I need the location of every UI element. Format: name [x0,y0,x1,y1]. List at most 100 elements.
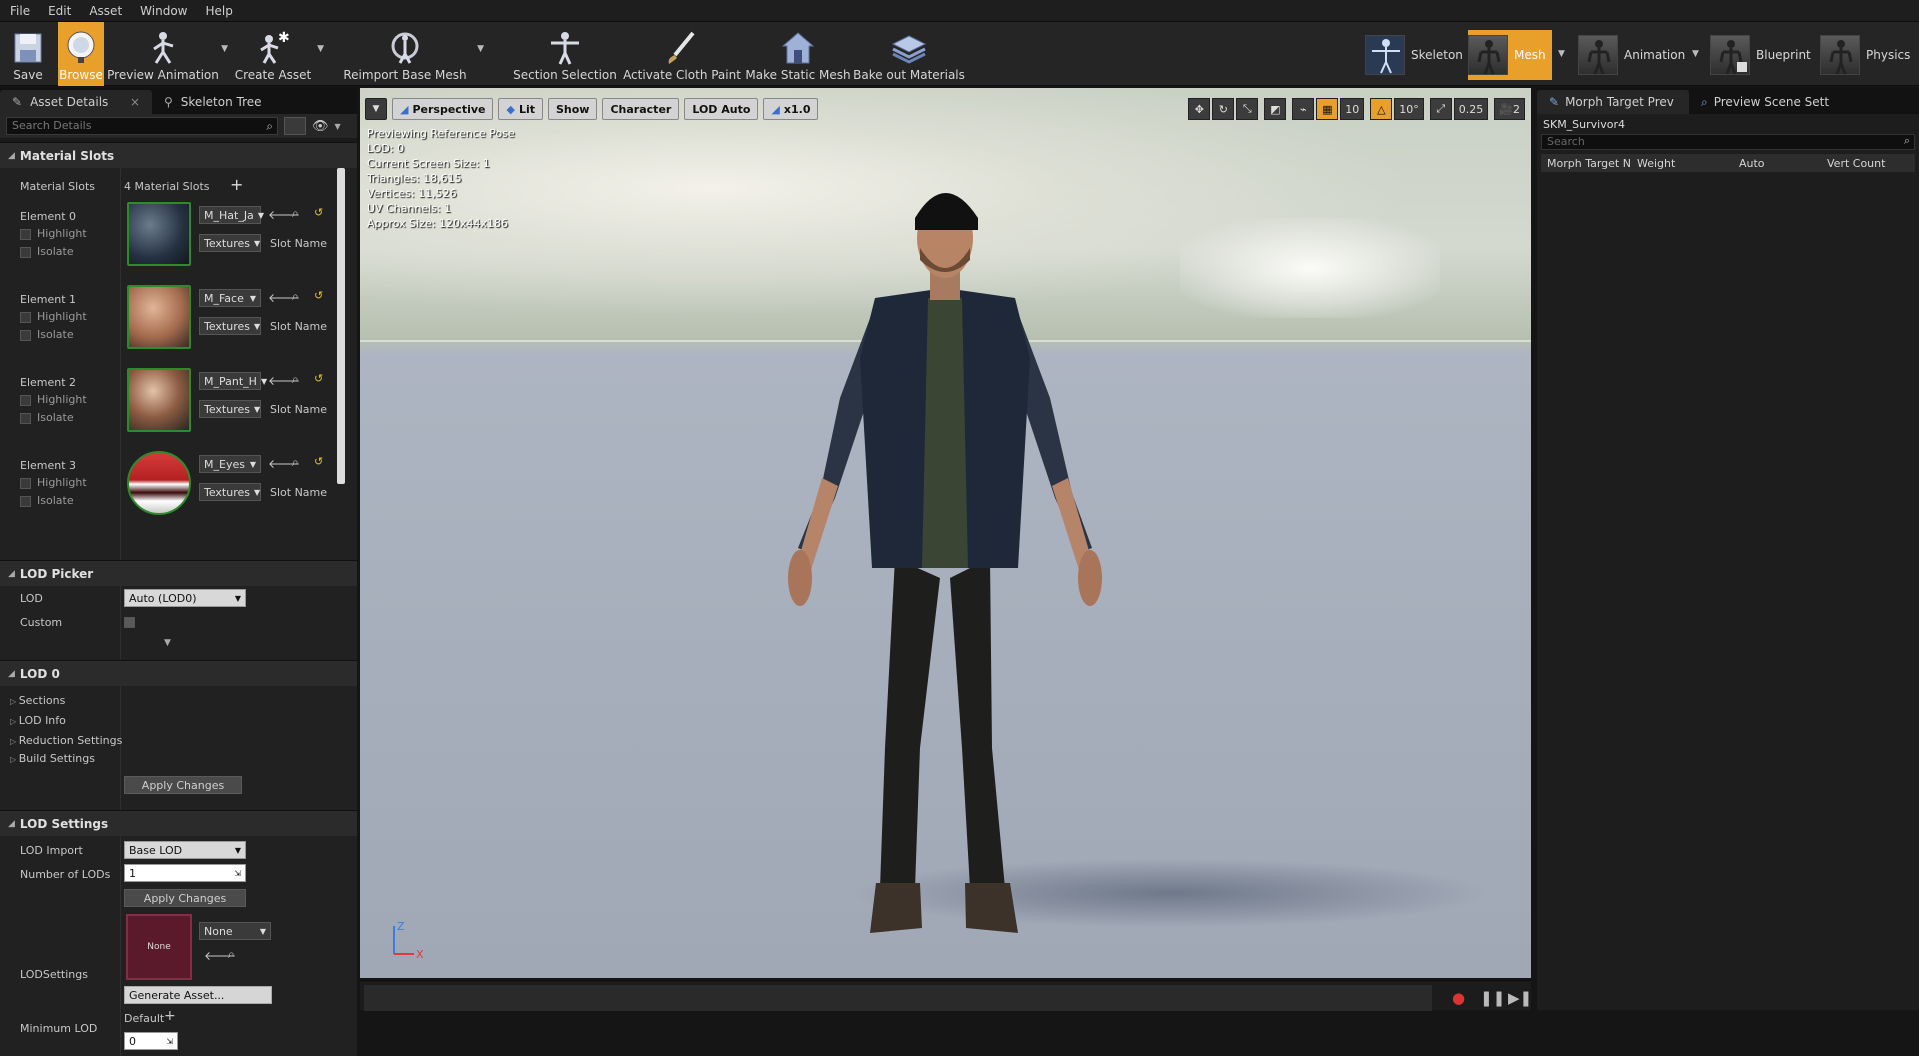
reimport-base-mesh-button[interactable]: Reimport Base Mesh ▼ [343,22,484,86]
details-scrollbar[interactable] [337,168,345,484]
menu-window[interactable]: Window [130,0,195,22]
tab-preview-scene-settings[interactable]: ⌕ Preview Scene Sett [1689,90,1841,114]
grid-view-icon[interactable] [284,117,306,135]
viewport[interactable]: ▼ ◢ Perspective ◆ Lit Show Character LOD A… [360,88,1531,978]
tab-skeleton-tree[interactable]: ⚲ Skeleton Tree [152,90,274,114]
custom-checkbox[interactable] [124,617,135,628]
timeline-track[interactable] [364,985,1432,1011]
col-auto[interactable]: Auto [1739,157,1765,170]
menu-asset[interactable]: Asset [79,0,130,22]
search-icon[interactable]: ⌕ [228,947,235,962]
create-asset-button[interactable]: ✱ Create Asset ▼ [235,22,324,86]
grid-snap-icon[interactable]: ▦ [1316,98,1339,120]
bake-out-materials-button[interactable]: Bake out Materials [853,22,965,86]
pause-icon[interactable]: ❚❚ [1480,989,1505,1007]
surface-snap-icon[interactable]: ⌁ [1292,98,1315,120]
col-vert-count[interactable]: Vert Count [1827,157,1885,170]
generate-asset-button[interactable]: Generate Asset... [124,986,272,1004]
mode-animation[interactable]: Animation [1578,30,1685,80]
highlight-checkbox[interactable]: Highlight [20,393,87,406]
chevron-down-icon[interactable]: ▼ [1558,49,1565,59]
mode-skeleton[interactable]: Skeleton [1365,30,1463,80]
number-of-lods-field[interactable]: 1 ⇲ [124,864,246,882]
lod0-lod-info[interactable]: ▷ LOD Info [10,714,66,727]
lod-picker-section[interactable]: ◢ LOD Picker [0,560,357,586]
reset-icon[interactable]: ↺ [314,206,323,219]
lod0-section[interactable]: ◢ LOD 0 [0,660,357,686]
step-forward-icon[interactable]: ▶❚ [1508,989,1532,1007]
search-icon[interactable]: ⌕ [292,372,299,387]
menu-edit[interactable]: Edit [38,0,79,22]
preview-animation-button[interactable]: Preview Animation ▼ [107,22,228,86]
highlight-checkbox[interactable]: Highlight [20,476,87,489]
search-icon[interactable]: ⌕ [292,289,299,304]
eye-icon[interactable]: 👁 [312,119,329,134]
lod0-reduction-settings[interactable]: ▷ Reduction Settings [10,734,122,747]
character-button[interactable]: Character [602,98,680,120]
material-thumbnail[interactable] [127,368,191,432]
material-combo[interactable]: M_Eyes ▼ [199,455,261,473]
search-icon[interactable]: ⌕ [292,206,299,221]
mode-blueprint[interactable]: Blueprint [1710,30,1811,80]
show-button[interactable]: Show [548,98,598,120]
apply-changes-button-2[interactable]: Apply Changes [124,889,246,907]
save-button[interactable]: Save [6,22,50,86]
add-icon[interactable]: + [164,1008,176,1024]
lod-combo[interactable]: Auto (LOD0) ▼ [124,589,246,607]
lod0-sections[interactable]: ▷ Sections [10,694,65,707]
mode-mesh[interactable]: Mesh [1468,30,1552,80]
menu-help[interactable]: Help [195,0,240,22]
material-thumbnail[interactable] [127,202,191,266]
textures-combo[interactable]: Textures ▼ [199,317,261,335]
menu-file[interactable]: File [0,0,38,22]
material-slots-section[interactable]: ◢ Material Slots [0,142,357,168]
apply-changes-button[interactable]: Apply Changes [124,776,242,794]
lod-auto-button[interactable]: LOD Auto [684,98,759,120]
lod-import-combo[interactable]: Base LOD ▼ [124,841,246,859]
minimum-lod-field[interactable]: 0 ⇲ [124,1032,178,1050]
morph-search-input[interactable]: Search ⌕ [1541,134,1915,150]
isolate-checkbox[interactable]: Isolate [20,328,74,341]
textures-combo[interactable]: Textures ▼ [199,483,261,501]
expand-arrow-icon[interactable]: ▼ [164,638,171,648]
material-thumbnail[interactable] [127,451,191,515]
section-selection-button[interactable]: Section Selection [513,22,617,86]
tab-morph-target-preview[interactable]: ✎ Morph Target Prev [1537,90,1689,114]
details-search-input[interactable]: Search Details ⌕ [6,117,278,135]
material-combo[interactable]: M_Pant_H ▼ [199,372,267,390]
viewport-options-button[interactable]: ▼ [365,98,387,120]
mode-physics[interactable]: Physics [1820,30,1910,80]
material-thumbnail[interactable] [127,285,191,349]
reset-icon[interactable]: ↺ [314,289,323,302]
rotate-icon[interactable]: ↻ [1212,98,1235,120]
reset-icon[interactable]: ↺ [314,372,323,385]
chevron-down-icon[interactable]: ▼ [335,122,341,131]
close-icon[interactable]: × [130,95,140,109]
lodsettings-combo[interactable]: None ▼ [199,922,271,940]
isolate-checkbox[interactable]: Isolate [20,411,74,424]
scale-icon[interactable]: ⤡ [1236,98,1259,120]
grid-snap-value[interactable]: 10 [1340,98,1365,120]
activate-cloth-paint-button[interactable]: Activate Cloth Paint [623,22,741,86]
col-weight[interactable]: Weight [1637,157,1675,170]
highlight-checkbox[interactable]: Highlight [20,227,87,240]
highlight-checkbox[interactable]: Highlight [20,310,87,323]
chevron-down-icon[interactable]: ▼ [477,44,484,54]
isolate-checkbox[interactable]: Isolate [20,494,74,507]
lod0-build-settings[interactable]: ▷ Build Settings [10,752,95,765]
tab-asset-details[interactable]: ✎ Asset Details × [0,90,152,114]
scale-snap-value[interactable]: 0.25 [1453,98,1489,120]
world-local-icon[interactable]: ◩ [1264,98,1287,120]
translate-icon[interactable]: ✥ [1188,98,1211,120]
textures-combo[interactable]: Textures ▼ [199,234,261,252]
record-icon[interactable]: ● [1452,989,1465,1007]
chevron-down-icon[interactable]: ▼ [317,44,324,54]
textures-combo[interactable]: Textures ▼ [199,400,261,418]
rotation-snap-value[interactable]: 10° [1394,98,1424,120]
rotation-snap-icon[interactable]: △ [1370,98,1393,120]
browse-button[interactable]: Browse [58,22,104,86]
reset-icon[interactable]: ↺ [314,455,323,468]
lodsettings-thumbnail[interactable]: None [126,914,192,980]
perspective-button[interactable]: ◢ Perspective [392,98,494,120]
speed-button[interactable]: ◢ x1.0 [763,98,819,120]
